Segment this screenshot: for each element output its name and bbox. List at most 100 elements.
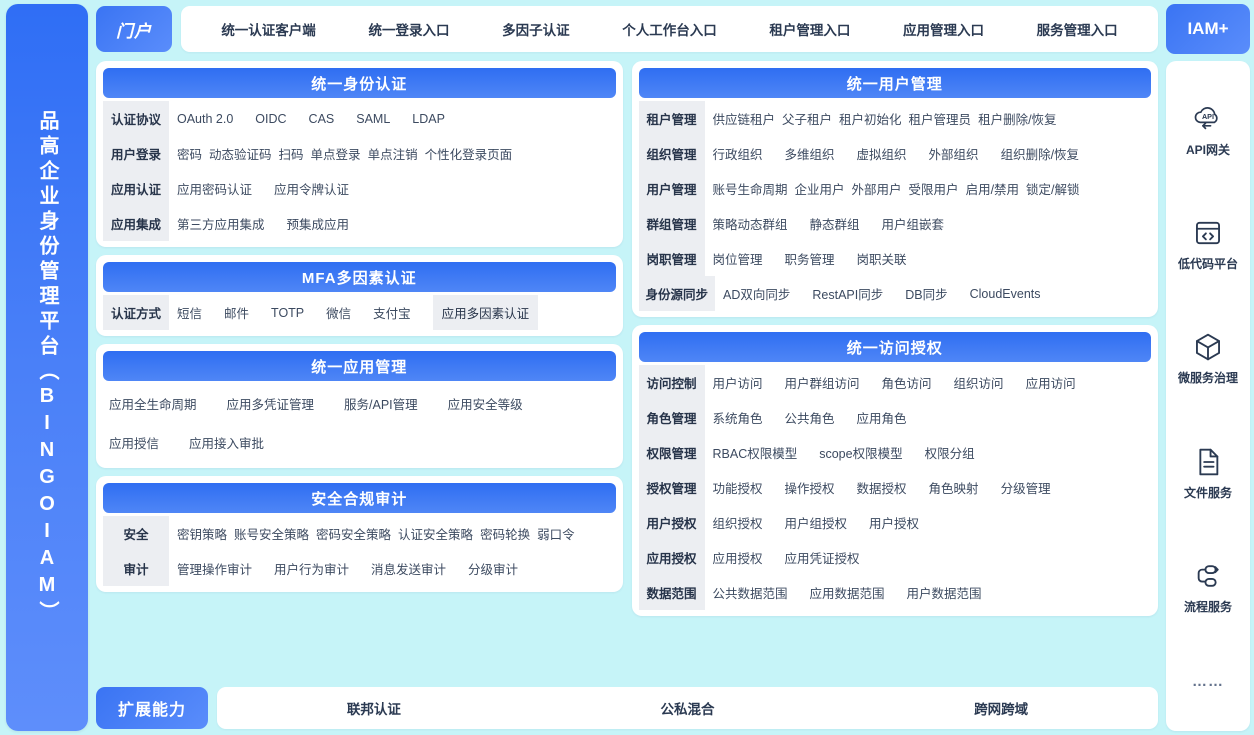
extension-chip[interactable]: 扩展能力 [96,687,208,729]
row-item[interactable]: 第三方应用集成 [177,214,265,233]
row-item[interactable]: 角色映射 [929,478,979,497]
row-item[interactable]: 功能授权 [713,478,763,497]
row-item[interactable]: 用户授权 [869,513,919,532]
row-item[interactable]: 系统角色 [713,408,763,427]
service-item-1[interactable]: 低代码平台 [1178,216,1238,272]
row-item[interactable]: 外部用户 [852,179,902,198]
row-item[interactable]: 用户访问 [713,373,763,392]
row-item[interactable]: 父子租户 [782,109,832,128]
row-item[interactable]: 职务管理 [785,249,835,268]
row-item[interactable]: 管理操作审计 [177,559,252,578]
row-item[interactable]: 单点注销 [368,144,418,163]
row-item[interactable]: 权限分组 [925,443,975,462]
topnav-item-2[interactable]: 多因子认证 [502,19,570,39]
row-item[interactable]: DB同步 [905,284,947,303]
row-item[interactable]: 预集成应用 [287,214,350,233]
row-item[interactable]: 认证安全策略 [398,524,473,543]
topnav-item-6[interactable]: 服务管理入口 [1037,19,1118,39]
row-item[interactable]: 策略动态群组 [713,214,788,233]
row-item[interactable]: 受限用户 [909,179,959,198]
service-item-0[interactable]: API API网关 [1186,102,1230,158]
row-item[interactable]: 用户组嵌套 [882,214,945,233]
row-item[interactable]: 应用授信 [109,433,159,452]
service-item-4[interactable]: 流程服务 [1184,559,1232,615]
row-item[interactable]: 微信 [326,303,351,322]
row-item[interactable]: 企业用户 [795,179,845,198]
row-item[interactable]: TOTP [271,306,304,320]
row-item[interactable]: 应用多凭证管理 [227,394,315,413]
row-item[interactable]: 角色访问 [882,373,932,392]
row-item[interactable]: 组织访问 [954,373,1004,392]
row-item[interactable]: SAML [356,112,390,126]
row-item[interactable]: 应用全生命周期 [109,394,197,413]
row-item[interactable]: CloudEvents [970,287,1041,301]
row-item[interactable]: 弱口令 [537,524,575,543]
row-item[interactable]: 个性化登录页面 [425,144,513,163]
row-item[interactable]: 分级管理 [1001,478,1051,497]
row-item[interactable]: 密码轮换 [480,524,530,543]
row-item[interactable]: 公共数据范围 [713,583,788,602]
row-item[interactable]: 虚拟组织 [857,144,907,163]
row-item[interactable]: 动态验证码 [209,144,272,163]
row-item[interactable]: 用户组授权 [785,513,848,532]
row-item[interactable]: 用户行为审计 [274,559,349,578]
row-item[interactable]: 岗位管理 [713,249,763,268]
topnav-item-1[interactable]: 统一登录入口 [368,19,449,39]
topnav-item-3[interactable]: 个人工作台入口 [622,19,717,39]
row-item[interactable]: 邮件 [224,303,249,322]
row-item[interactable]: 单点登录 [311,144,361,163]
iam-plus-chip[interactable]: IAM+ [1166,4,1250,54]
row-item[interactable]: 应用角色 [857,408,907,427]
row-item[interactable]: 外部组织 [929,144,979,163]
extension-item-0[interactable]: 联邦认证 [347,698,401,718]
row-item[interactable]: 服务/API管理 [344,394,418,413]
row-item[interactable]: 组织删除/恢复 [1001,144,1079,163]
row-item[interactable]: 支付宝 [373,303,411,322]
row-item[interactable]: 账号安全策略 [234,524,309,543]
row-item[interactable]: RestAPI同步 [812,284,883,303]
row-item[interactable]: OIDC [255,112,286,126]
row-item[interactable]: OAuth 2.0 [177,112,233,126]
row-item[interactable]: 应用数据范围 [810,583,885,602]
row-item[interactable]: 行政组织 [713,144,763,163]
portal-chip[interactable]: 门户 [96,6,172,52]
row-item[interactable]: 应用接入审批 [189,433,264,452]
row-item[interactable]: 账号生命周期 [713,179,788,198]
row-item[interactable]: 密码 [177,144,202,163]
row-item[interactable]: scope权限模型 [819,443,902,462]
row-item[interactable]: 租户初始化 [839,109,902,128]
row-item[interactable]: 供应链租户 [713,109,776,128]
row-item[interactable]: 分级审计 [468,559,518,578]
row-item[interactable]: 用户数据范围 [907,583,982,602]
topnav-item-0[interactable]: 统一认证客户端 [221,19,316,39]
row-item[interactable]: 消息发送审计 [371,559,446,578]
row-item[interactable]: 操作授权 [785,478,835,497]
row-item[interactable]: RBAC权限模型 [713,443,798,462]
topnav-item-4[interactable]: 租户管理入口 [769,19,850,39]
topnav-item-5[interactable]: 应用管理入口 [903,19,984,39]
row-item[interactable]: 静态群组 [810,214,860,233]
row-item[interactable]: CAS [309,112,335,126]
service-item-3[interactable]: 文件服务 [1184,445,1232,501]
row-item[interactable]: 公共角色 [785,408,835,427]
row-item[interactable]: 密钥策略 [177,524,227,543]
row-item[interactable]: 租户管理员 [909,109,972,128]
row-item[interactable]: 应用安全等级 [448,394,523,413]
row-item[interactable]: 锁定/解锁 [1026,179,1079,198]
row-item[interactable]: AD双向同步 [723,284,790,303]
row-item[interactable]: 组织授权 [713,513,763,532]
row-item[interactable]: 应用访问 [1026,373,1076,392]
row-item[interactable]: 应用授权 [713,548,763,567]
extension-item-1[interactable]: 公私混合 [660,698,714,718]
service-item-2[interactable]: 微服务治理 [1178,330,1238,386]
row-item[interactable]: 数据授权 [857,478,907,497]
row-item[interactable]: 密码安全策略 [316,524,391,543]
row-item[interactable]: 扫码 [279,144,304,163]
service-item-5[interactable]: …… [1192,673,1224,690]
row-item[interactable]: 多维组织 [785,144,835,163]
row-item[interactable]: 应用密码认证 [177,179,252,198]
extension-item-2[interactable]: 跨网跨域 [974,698,1028,718]
row-item[interactable]: LDAP [412,112,445,126]
row-item[interactable]: 租户删除/恢复 [978,109,1056,128]
row-item-chip[interactable]: 应用多因素认证 [432,295,539,330]
